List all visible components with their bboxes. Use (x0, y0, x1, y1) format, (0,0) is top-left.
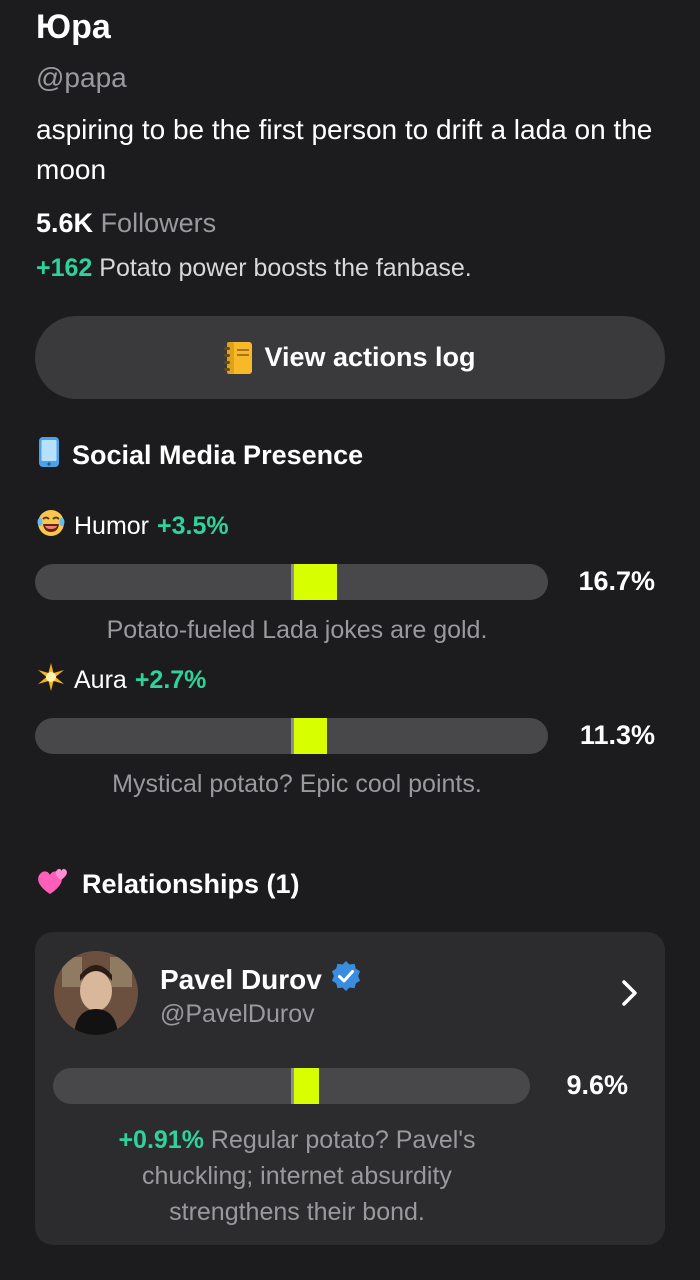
humor-metric-label: Humor +3.5% (36, 508, 229, 545)
laughing-face-icon (36, 508, 66, 545)
humor-description: Potato-fueled Lada jokes are gold. (106, 616, 488, 644)
relationships-heading: Relationships (1) (36, 866, 300, 903)
humor-value: 16.7% (578, 566, 655, 596)
relationship-baseline-marker (291, 1068, 294, 1104)
aura-description: Mystical potato? Epic cool points. (112, 770, 482, 798)
relationship-value: 9.6% (566, 1070, 628, 1100)
boost-value: +162 (36, 254, 93, 282)
aura-progress-bar (35, 718, 548, 754)
profile-bio: aspiring to be the first person to drift… (36, 114, 653, 185)
followers-count: 5.6K (36, 208, 94, 238)
aura-baseline-marker (291, 718, 294, 754)
sparkle-icon (36, 662, 66, 699)
phone-icon (38, 436, 60, 475)
humor-gain-fill (292, 564, 337, 600)
view-actions-log-label: View actions log (264, 342, 476, 372)
social-presence-title: Social Media Presence (72, 440, 364, 470)
social-presence-heading: Social Media Presence (38, 436, 363, 475)
aura-value: 11.3% (579, 720, 655, 750)
aura-metric-label: Aura +2.7% (36, 662, 206, 699)
aura-delta: +2.7% (134, 666, 207, 694)
relationship-handle: @PavelDurov (160, 1000, 315, 1028)
humor-baseline-marker (291, 564, 294, 600)
aura-label: Aura (74, 666, 127, 694)
relationship-gain-fill (292, 1068, 319, 1104)
humor-label: Humor (74, 512, 150, 540)
humor-progress-bar (35, 564, 548, 600)
followers-boost: +162 Potato power boosts the fanbase. (36, 254, 472, 283)
relationships-title: Relationships (1) (82, 869, 300, 899)
relationship-progress-bar (53, 1068, 530, 1104)
relationship-name-row: Pavel Durov (160, 960, 362, 999)
relationship-delta: +0.91% (118, 1126, 204, 1154)
followers-label: Followers (100, 208, 217, 238)
hearts-icon (36, 866, 70, 903)
verified-badge-icon (330, 960, 362, 999)
boost-text: Potato power boosts the fanbase. (99, 254, 472, 282)
view-actions-log-button[interactable]: View actions log (35, 316, 665, 399)
aura-gain-fill (292, 718, 327, 754)
relationship-name: Pavel Durov (160, 963, 322, 995)
followers-stat: 5.6K Followers (36, 208, 216, 239)
notebook-icon (224, 341, 254, 375)
humor-delta: +3.5% (157, 512, 229, 540)
relationship-description: +0.91% Regular potato? Pavel's chuckling… (100, 1122, 494, 1230)
profile-name: Юра (36, 8, 111, 46)
profile-handle: @papa (36, 62, 127, 93)
avatar (54, 951, 138, 1035)
chevron-right-icon[interactable] (616, 978, 642, 1008)
